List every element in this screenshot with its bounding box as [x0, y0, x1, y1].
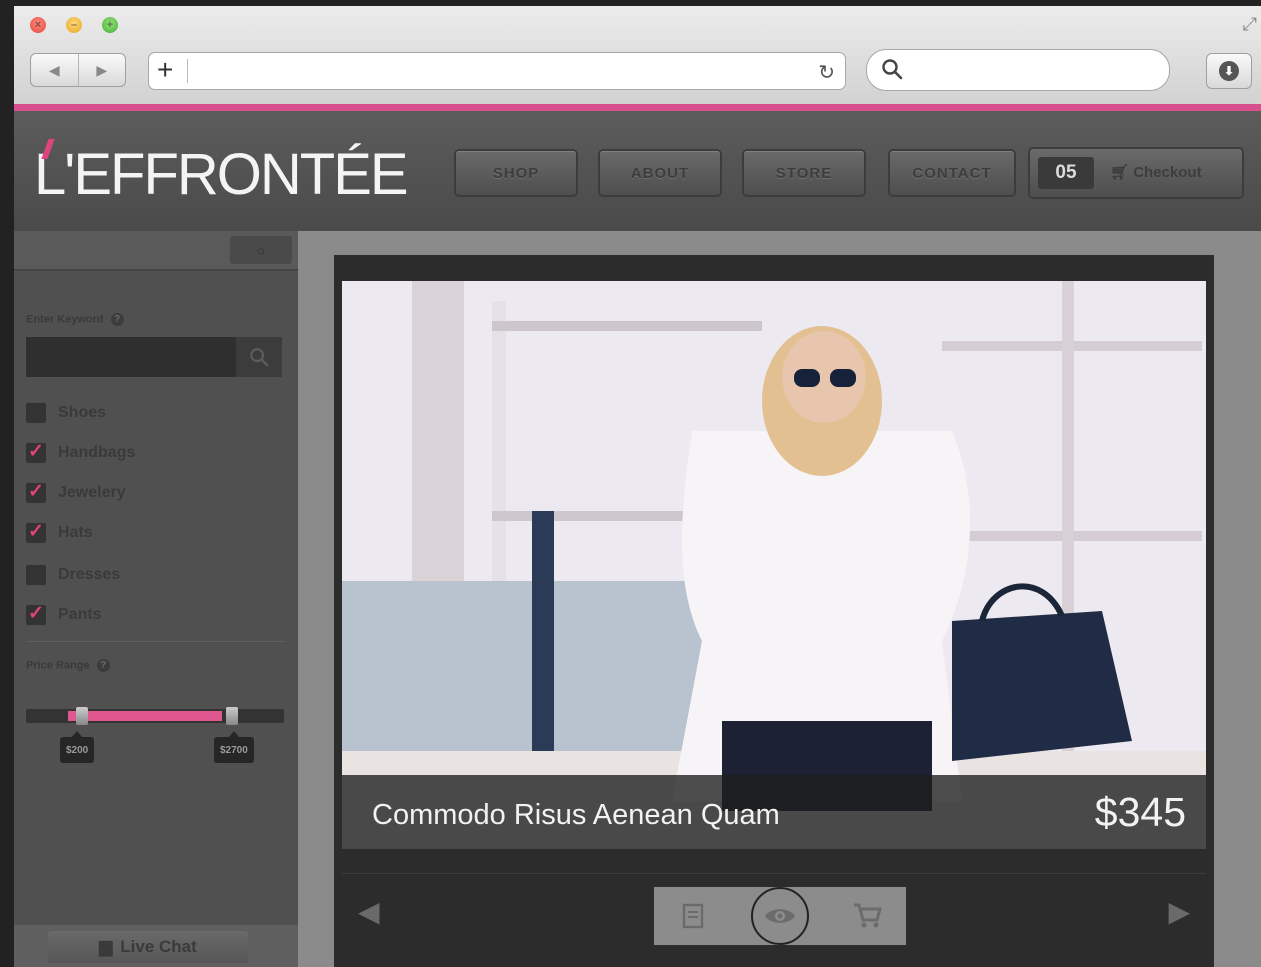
- check-icon: ✓: [28, 521, 44, 542]
- pants-checkbox[interactable]: ✓: [26, 603, 46, 625]
- previous-product-button[interactable]: ◀: [358, 895, 380, 928]
- nav-about[interactable]: ABOUT: [600, 151, 720, 195]
- checkout-button[interactable]: 🛒︎ Checkout: [1110, 163, 1202, 181]
- shoes-checkbox[interactable]: [26, 403, 46, 423]
- help-icon[interactable]: ?: [96, 659, 110, 672]
- collapse-sidebar-button[interactable]: ⌂: [230, 236, 292, 264]
- cart-count: 05: [1038, 157, 1094, 189]
- maximize-window-button[interactable]: +: [102, 17, 118, 33]
- site-header: L'EFFRONTÉE SHOP ABOUT STORE CONTACT 05 …: [14, 111, 1261, 231]
- category-label: Shoes: [58, 404, 107, 421]
- plus-icon[interactable]: +: [157, 56, 173, 84]
- product-actions: [654, 887, 906, 945]
- close-window-button[interactable]: ×: [30, 17, 46, 33]
- site-logo[interactable]: L'EFFRONTÉE: [34, 141, 409, 208]
- price-max-tag: $2700: [214, 731, 254, 763]
- category-label: Pants: [58, 606, 102, 623]
- dresses-checkbox[interactable]: [26, 565, 46, 585]
- download-icon: ⬇: [1219, 61, 1239, 81]
- reload-icon[interactable]: ↻: [818, 60, 835, 85]
- category-dresses[interactable]: Dresses: [26, 563, 120, 587]
- browser-search-field[interactable]: [866, 49, 1170, 91]
- category-handbags[interactable]: ✓ Handbags: [26, 441, 135, 465]
- product-price: $345: [1094, 789, 1186, 835]
- cart-icon: [854, 903, 882, 928]
- accent-rule: [14, 104, 1261, 111]
- category-label: Handbags: [58, 444, 136, 461]
- hats-checkbox[interactable]: ✓: [26, 521, 46, 543]
- add-to-cart-button[interactable]: [847, 896, 887, 936]
- price-max-handle[interactable]: [226, 707, 238, 725]
- product-photo[interactable]: [342, 281, 1206, 849]
- divider: [26, 641, 286, 642]
- divider: [342, 873, 1206, 874]
- price-min-handle[interactable]: [76, 707, 88, 725]
- filter-sidebar: ⌂ Enter Keyword ? Shoes ✓ Handbags ✓ Jew…: [14, 231, 298, 967]
- live-chat-button[interactable]: ▆ Live Chat: [48, 931, 248, 963]
- quick-view-button[interactable]: [751, 887, 809, 945]
- website: L'EFFRONTÉE SHOP ABOUT STORE CONTACT 05 …: [14, 111, 1261, 967]
- back-button[interactable]: ◀: [31, 54, 79, 86]
- search-icon: [250, 348, 269, 367]
- keyword-label-text: Enter Keyword: [26, 313, 104, 326]
- category-label: Hats: [58, 524, 93, 541]
- chevron-left-icon: ◀: [358, 896, 380, 927]
- category-label: Jewelery: [58, 484, 126, 501]
- close-icon: ×: [34, 19, 42, 31]
- checkout-label: Checkout: [1133, 164, 1202, 181]
- text-cursor: [187, 59, 188, 83]
- chat-icon: ▆: [99, 937, 113, 956]
- chevron-left-icon: ◀: [48, 61, 60, 78]
- jewelery-checkbox[interactable]: ✓: [26, 481, 46, 503]
- nav-store[interactable]: STORE: [744, 151, 864, 195]
- category-label: Dresses: [58, 566, 121, 583]
- forward-button[interactable]: ▶: [79, 54, 126, 86]
- live-chat-label: Live Chat: [120, 937, 197, 956]
- chevron-right-icon: ▶: [96, 61, 108, 78]
- document-icon: [682, 903, 704, 929]
- cart-icon: 🛒︎: [1110, 164, 1130, 181]
- nav-contact[interactable]: CONTACT: [890, 151, 1014, 195]
- browser-toolbar: × – + ⤢ ◀ ▶ + ↻ ⬇: [14, 6, 1261, 105]
- price-min-tag: $200: [60, 731, 95, 763]
- handbags-checkbox[interactable]: ✓: [26, 441, 46, 463]
- keyword-label: Enter Keyword ?: [26, 313, 124, 326]
- category-jewelery[interactable]: ✓ Jewelery: [26, 481, 126, 505]
- product-caption: Commodo Risus Aenean Quam $345: [342, 775, 1206, 849]
- category-shoes[interactable]: Shoes: [26, 401, 106, 425]
- sidebar-header: ⌂: [14, 231, 298, 271]
- keyword-search-button[interactable]: [236, 337, 282, 377]
- product-card: Commodo Risus Aenean Quam $345 ◀ ▶: [334, 255, 1214, 967]
- category-hats[interactable]: ✓ Hats: [26, 521, 93, 545]
- downloads-button[interactable]: ⬇: [1206, 53, 1252, 89]
- fullscreen-icon[interactable]: ⤢: [1243, 14, 1257, 35]
- check-icon: ✓: [28, 441, 44, 462]
- home-icon: ⌂: [257, 243, 265, 257]
- price-range-fill: [68, 711, 222, 721]
- eye-icon: [765, 909, 795, 923]
- check-icon: ✓: [28, 603, 44, 624]
- product-photo-illustration: [342, 281, 1206, 849]
- address-bar[interactable]: + ↻: [148, 52, 846, 90]
- history-nav: ◀ ▶: [30, 53, 126, 87]
- minimize-window-button[interactable]: –: [66, 17, 82, 33]
- nav-shop[interactable]: SHOP: [456, 151, 576, 195]
- next-product-button[interactable]: ▶: [1168, 895, 1190, 928]
- category-pants[interactable]: ✓ Pants: [26, 603, 102, 627]
- check-icon: ✓: [28, 481, 44, 502]
- price-range-label-text: Price Range: [26, 659, 90, 672]
- cart-widget[interactable]: 05 🛒︎ Checkout: [1030, 149, 1242, 197]
- product-title[interactable]: Commodo Risus Aenean Quam: [372, 799, 780, 832]
- details-button[interactable]: [673, 896, 713, 936]
- price-range-label: Price Range ?: [26, 659, 110, 672]
- chevron-right-icon: ▶: [1168, 896, 1190, 927]
- minimize-icon: –: [70, 19, 78, 31]
- maximize-icon: +: [106, 19, 114, 31]
- keyword-input[interactable]: [26, 337, 236, 377]
- search-icon: [882, 59, 903, 80]
- help-icon[interactable]: ?: [110, 313, 124, 326]
